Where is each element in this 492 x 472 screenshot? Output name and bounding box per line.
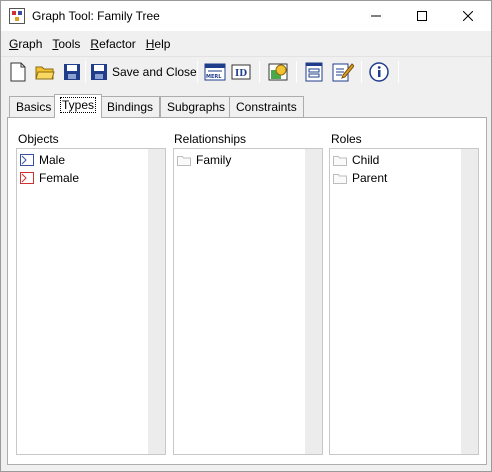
properties-button[interactable] (304, 61, 324, 83)
scrollbar[interactable] (461, 149, 478, 454)
dialog-form-icon (305, 62, 323, 82)
tab-types[interactable]: Types (54, 94, 103, 118)
list-item-child[interactable]: Child (333, 151, 379, 169)
roles-label: Roles (331, 132, 362, 146)
save-button[interactable] (63, 61, 81, 83)
save-disk-icon (64, 64, 80, 80)
role-type-icon (333, 156, 347, 166)
role-type-icon (333, 174, 347, 184)
identifier-button[interactable]: ID (231, 61, 251, 83)
symbol-editor-button[interactable] (267, 61, 289, 83)
close-icon (463, 11, 473, 21)
maximize-button[interactable] (399, 1, 445, 31)
merl-icon: MERL (204, 63, 226, 81)
list-item-male[interactable]: Male (20, 151, 65, 169)
minimize-button[interactable] (353, 1, 399, 31)
menu-graph[interactable]: Graph (1, 37, 42, 51)
close-button[interactable] (445, 1, 491, 31)
object-type-icon (20, 154, 34, 166)
title-bar: Graph Tool: Family Tree (1, 1, 491, 31)
tab-subgraphs[interactable]: Subgraphs (160, 96, 233, 117)
new-button[interactable] (9, 61, 27, 83)
tab-constraints[interactable]: Constraints (229, 96, 304, 117)
relationship-type-icon (177, 156, 191, 166)
info-icon (369, 62, 389, 82)
list-item-family[interactable]: Family (177, 151, 231, 169)
save-and-close-button[interactable]: Save and Close (90, 61, 197, 83)
open-folder-icon (35, 66, 55, 80)
info-button[interactable] (369, 61, 389, 83)
menu-help[interactable]: Help (138, 37, 171, 51)
save-and-close-label: Save and Close (112, 65, 197, 79)
scrollbar[interactable] (148, 149, 165, 454)
shapes-icon (268, 63, 288, 81)
merl-generator-button[interactable]: MERL (204, 61, 226, 83)
window-title: Graph Tool: Family Tree (32, 9, 160, 23)
list-item-parent[interactable]: Parent (333, 169, 387, 187)
list-item-female[interactable]: Female (20, 169, 79, 187)
svg-text:MERL: MERL (206, 74, 222, 80)
relationships-list[interactable]: Family (173, 148, 323, 455)
graph-tool-window: Graph Tool: Family Tree Graph Tools Refa… (0, 0, 492, 472)
app-icon (9, 8, 25, 24)
minimize-icon (371, 15, 381, 17)
objects-label: Objects (18, 132, 59, 146)
maximize-icon (417, 11, 427, 21)
edit-button[interactable] (332, 61, 354, 83)
svg-text:ID: ID (235, 69, 247, 79)
types-tab-panel: Objects Male Female Relationships Family… (7, 117, 487, 465)
toolbar: Save and Close MERL ID (1, 56, 491, 86)
menu-bar: Graph Tools Refactor Help (1, 34, 491, 54)
object-type-icon (20, 172, 34, 184)
objects-list[interactable]: Male Female (16, 148, 166, 455)
open-button[interactable] (35, 61, 55, 83)
relationships-label: Relationships (174, 132, 247, 146)
roles-list[interactable]: Child Parent (329, 148, 479, 455)
tab-bindings[interactable]: Bindings (100, 96, 161, 117)
scrollbar[interactable] (305, 149, 322, 454)
menu-tools[interactable]: Tools (44, 37, 80, 51)
id-icon: ID (231, 64, 251, 80)
new-document-icon (10, 62, 26, 82)
tab-basics[interactable]: Basics (9, 96, 59, 117)
save-disk-icon (91, 64, 107, 80)
menu-refactor[interactable]: Refactor (82, 37, 135, 51)
pencil-edit-icon (332, 63, 354, 82)
